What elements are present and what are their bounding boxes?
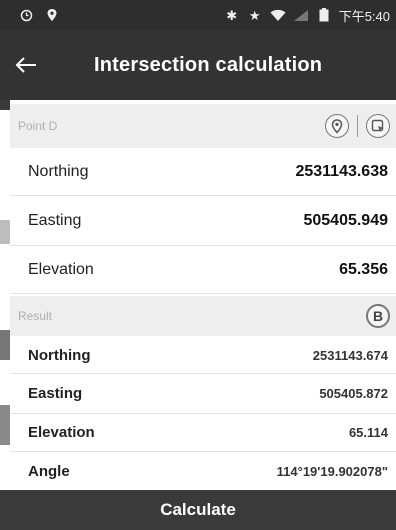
point-row-easting: Easting 505405.949 <box>10 196 396 246</box>
row-value: 65.114 <box>348 425 388 440</box>
row-label: Angle <box>28 462 70 480</box>
row-value: 505405.872 <box>319 386 388 401</box>
bluetooth-icon: ✱ <box>226 7 238 23</box>
location-icon <box>44 7 60 23</box>
row-label: Elevation <box>28 260 94 278</box>
row-value: 2531143.638 <box>295 162 388 180</box>
location-pin-icon <box>331 118 343 134</box>
star-icon: ★ <box>248 7 261 23</box>
result-section-header: Result B <box>10 296 396 336</box>
left-edge-decor <box>0 220 10 244</box>
result-row-angle: Angle 114°19'19.902078" <box>10 452 396 490</box>
status-time: 下午5:40 <box>338 8 390 24</box>
result-row-elevation: Elevation 65.114 <box>10 414 396 452</box>
pick-point-button[interactable] <box>325 114 349 138</box>
row-label: Elevation <box>28 424 95 441</box>
result-row-northing: Northing 2531143.674 <box>10 338 396 374</box>
point-section-header: Point D <box>10 104 396 148</box>
result-section-title: Result <box>18 309 53 323</box>
row-value: 65.356 <box>339 260 388 278</box>
left-edge-decor <box>0 100 10 110</box>
arrow-left-icon <box>15 57 36 73</box>
back-button[interactable] <box>0 30 52 100</box>
row-label: Northing <box>28 347 91 364</box>
wifi-icon <box>270 7 286 23</box>
divider <box>357 115 358 137</box>
row-value: 114°19'19.902078" <box>276 463 388 479</box>
alarm-icon <box>18 7 34 23</box>
point-section-title: Point D <box>18 119 58 133</box>
row-label: Easting <box>28 385 83 402</box>
result-row-easting: Easting 505405.872 <box>10 374 396 414</box>
b-circle-icon: B <box>372 308 384 324</box>
left-edge-decor <box>0 405 10 445</box>
app-bar: Intersection calculation <box>0 30 396 100</box>
b-button[interactable]: B <box>366 304 390 328</box>
left-edge-decor <box>0 330 10 360</box>
point-row-northing: Northing 2531143.638 <box>10 148 396 196</box>
calculate-button[interactable]: Calculate <box>0 490 396 530</box>
row-label: Northing <box>28 162 89 180</box>
signal-icon <box>293 7 309 23</box>
row-value: 505405.949 <box>303 211 388 229</box>
row-label: Easting <box>28 211 82 229</box>
row-value: 2531143.674 <box>312 348 388 363</box>
battery-icon <box>316 7 332 23</box>
select-point-icon <box>371 119 384 132</box>
page-title: Intersection calculation <box>94 53 323 76</box>
status-bar: ✱ ★ 下午5:40 <box>0 0 396 30</box>
point-row-elevation: Elevation 65.356 <box>10 246 396 294</box>
select-point-button[interactable] <box>366 114 390 138</box>
